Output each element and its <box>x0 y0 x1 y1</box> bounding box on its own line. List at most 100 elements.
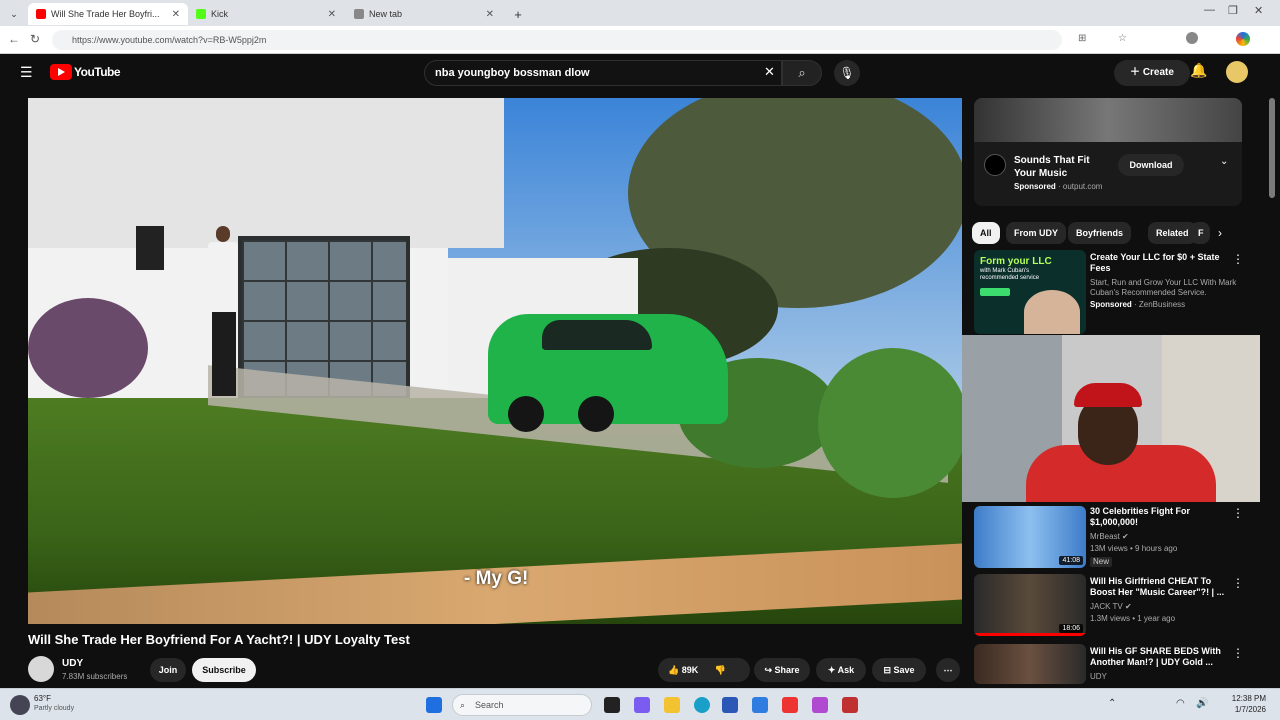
video-thumbnail[interactable] <box>974 644 1086 684</box>
menu-icon[interactable]: ☰ <box>20 64 33 81</box>
sidebar-scrollbar[interactable] <box>1269 98 1275 198</box>
chip-boyfriends[interactable]: Boyfriends <box>1068 222 1132 244</box>
search-button[interactable]: ⌕ <box>782 60 822 86</box>
maximize-icon[interactable]: ❐ <box>1228 4 1238 17</box>
clock-date[interactable]: 1/7/2026 <box>1226 705 1266 714</box>
sponsored-thumbnail[interactable]: Form your LLC with Mark Cuban's recommen… <box>974 250 1086 334</box>
channel-name[interactable]: UDY <box>62 658 83 669</box>
more-vertical-icon[interactable]: ⋮ <box>1232 506 1244 520</box>
address-bar: ← ↻ https://www.youtube.com/watch?v=RB-W… <box>0 26 1280 54</box>
thumbs-down-icon: 👎 <box>714 665 726 675</box>
search-input[interactable]: nba youngboy bossman dlow <box>424 60 782 86</box>
recommendation-channel: JACK TV ✔ <box>1090 602 1132 611</box>
share-button[interactable]: ↪ Share <box>754 658 810 682</box>
like-button[interactable]: 👍 89K <box>668 665 698 675</box>
share-label: Share <box>774 665 800 675</box>
back-icon[interactable]: ← <box>8 32 20 46</box>
more-vertical-icon[interactable]: ⋮ <box>1232 576 1244 590</box>
video-frame-bush <box>818 348 962 498</box>
edge-browser-icon[interactable] <box>694 697 710 713</box>
download-button[interactable]: Download <box>1118 154 1184 176</box>
tab-youtube[interactable]: Will She Trade Her Boyfri... ✕ <box>28 3 188 25</box>
favorite-star-icon[interactable]: ☆ <box>1118 33 1127 44</box>
notifications-bell-icon[interactable]: 🔔 <box>1190 62 1207 79</box>
sponsored-title[interactable]: Create Your LLC for $0 + State Fees <box>1090 252 1240 274</box>
url-field[interactable]: https://www.youtube.com/watch?v=RB-W5ppj… <box>52 30 1062 50</box>
chevron-right-icon[interactable]: › <box>1218 226 1222 240</box>
thumbs-up-icon: 👍 <box>668 665 682 675</box>
ask-button[interactable]: ✦ Ask <box>816 658 866 682</box>
save-button[interactable]: ⊟ Save <box>872 658 926 682</box>
ad-thumbnail[interactable] <box>974 98 1242 142</box>
clock-time[interactable]: 12:38 PM <box>1226 694 1266 703</box>
app-icon[interactable] <box>812 697 828 713</box>
clear-search-icon[interactable]: ✕ <box>764 64 775 80</box>
tab-kick[interactable]: Kick ✕ <box>188 3 344 25</box>
windows-start-icon[interactable] <box>426 697 442 713</box>
recommendation-title[interactable]: 30 Celebrities Fight For $1,000,000! <box>1090 506 1230 528</box>
copilot-icon[interactable] <box>1236 32 1250 46</box>
youtube-header: ☰ YouTube nba youngboy bossman dlow ✕ ⌕ … <box>4 54 1276 94</box>
video-thumbnail[interactable]: 41:08 <box>974 506 1086 568</box>
chip-partial[interactable]: F <box>1190 222 1210 244</box>
sponsored-label: Sponsored <box>1090 300 1132 309</box>
recommendation-title[interactable]: Will His Girlfriend CHEAT To Boost Her "… <box>1090 576 1230 598</box>
store-icon[interactable] <box>722 697 738 713</box>
advertiser-logo <box>984 154 1006 176</box>
dislike-button[interactable]: 👎 <box>715 665 726 675</box>
new-tab-button[interactable]: + <box>508 3 528 25</box>
extensions-icon[interactable]: ⊞ <box>1078 33 1086 44</box>
tab-title: New tab <box>369 9 403 19</box>
user-avatar[interactable] <box>1226 61 1248 83</box>
outlook-icon[interactable] <box>752 697 768 713</box>
taskbar-search[interactable]: Search <box>452 694 592 716</box>
ad-card[interactable]: Sounds That Fit Your Music Sponsored · o… <box>974 98 1242 206</box>
video-player[interactable]: - My G! <box>28 98 962 624</box>
join-button[interactable]: Join <box>150 658 186 682</box>
recommendation-channel: MrBeast ✔ <box>1090 532 1129 541</box>
recommendation-title[interactable]: Will His GF SHARE BEDS With Another Man!… <box>1090 646 1230 668</box>
tray-chevron-icon[interactable]: ⌃ <box>1108 698 1116 709</box>
ad-sponsored-label: Sponsored <box>1014 182 1056 191</box>
window-close-icon[interactable]: ✕ <box>1254 4 1263 17</box>
more-vertical-icon[interactable]: ⋮ <box>1232 252 1244 266</box>
chevron-down-icon[interactable]: ⌄ <box>1220 156 1228 167</box>
refresh-icon[interactable]: ↻ <box>30 32 40 46</box>
video-subtitle: - My G! <box>464 568 529 589</box>
youtube-favicon-icon <box>36 9 46 19</box>
app-icon[interactable] <box>782 697 798 713</box>
chip-all[interactable]: All <box>972 222 1000 244</box>
copilot-taskbar-icon[interactable] <box>634 697 650 713</box>
video-frame-light <box>136 226 164 270</box>
app-icon[interactable] <box>842 697 858 713</box>
youtube-logo-icon[interactable] <box>50 64 72 80</box>
profile-icon[interactable] <box>1186 32 1198 44</box>
more-actions-button[interactable]: ⋯ <box>936 658 960 682</box>
wifi-icon[interactable]: ◠ <box>1176 698 1185 709</box>
weather-icon[interactable] <box>10 695 30 715</box>
video-thumbnail[interactable]: 18:06 <box>974 574 1086 636</box>
close-icon[interactable]: ✕ <box>486 9 494 20</box>
voice-search-button[interactable]: 🎙 <box>834 60 860 86</box>
more-vertical-icon[interactable]: ⋮ <box>1232 646 1244 660</box>
chip-from-udy[interactable]: From UDY <box>1006 222 1067 244</box>
video-title: Will She Trade Her Boyfriend For A Yacht… <box>28 632 410 647</box>
close-icon[interactable]: ✕ <box>172 9 180 20</box>
subscribe-button[interactable]: Subscribe <box>192 658 256 682</box>
recommendation-meta: 1.3M views • 1 year ago <box>1090 614 1176 623</box>
youtube-logo-text[interactable]: YouTube <box>74 65 121 79</box>
minimize-icon[interactable]: — <box>1204 4 1215 16</box>
sponsored-thumb-headline: Form your LLC <box>980 256 1052 267</box>
file-explorer-icon[interactable] <box>664 697 680 713</box>
tab-new-tab[interactable]: New tab ✕ <box>346 3 502 25</box>
like-count: 89K <box>681 665 699 675</box>
volume-icon[interactable]: 🔊 <box>1196 698 1208 709</box>
create-button[interactable]: ＋ Create <box>1114 60 1190 86</box>
channel-avatar[interactable] <box>28 656 54 682</box>
new-tab-favicon-icon <box>354 9 364 19</box>
task-view-icon[interactable] <box>604 697 620 713</box>
close-icon[interactable]: ✕ <box>328 9 336 20</box>
tab-actions-icon[interactable]: ⌄ <box>6 3 22 25</box>
sponsored-thumb-sub: with Mark Cuban's recommended service <box>980 268 1040 281</box>
video-frame-bush <box>28 298 148 398</box>
